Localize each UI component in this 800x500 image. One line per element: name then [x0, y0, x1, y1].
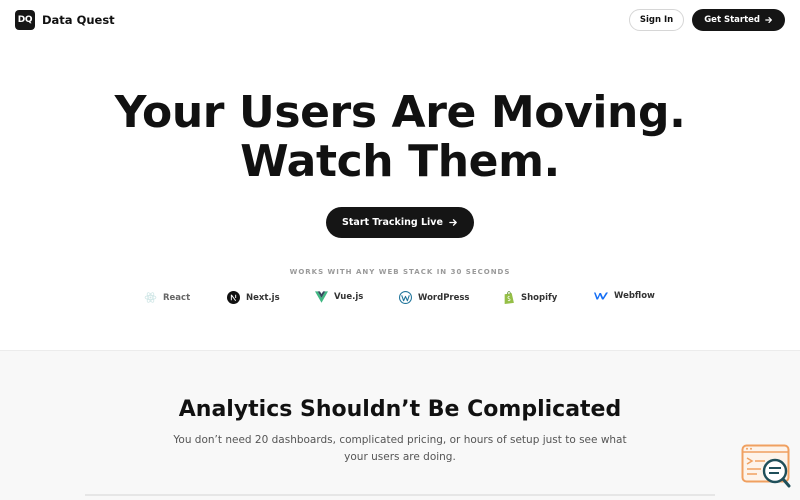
webflow-icon [594, 292, 608, 300]
stack-label: Webflow [614, 291, 655, 301]
shopify-icon [504, 291, 514, 304]
arrow-right-icon [449, 219, 457, 226]
start-tracking-button[interactable]: Start Tracking Live [326, 207, 474, 238]
nextjs-icon [227, 291, 240, 304]
sign-in-button[interactable]: Sign In [628, 9, 685, 31]
arrow-right-icon [765, 17, 772, 23]
chat-widget-button[interactable] [741, 444, 791, 489]
section-divider [85, 494, 715, 496]
top-nav: DQ Data Quest Sign In Get Started [0, 0, 800, 40]
stack-item-nextjs: Next.js [227, 291, 280, 304]
stack-item-vue: Vue.js [315, 291, 363, 303]
get-started-label: Get Started [704, 15, 760, 25]
stack-item-webflow: Webflow [594, 291, 655, 301]
stack-label: WordPress [418, 292, 470, 303]
section-title: Analytics Shouldn’t Be Complicated [178, 397, 622, 422]
stacks-heading: WORKS WITH ANY WEB STACK IN 30 SECONDS [289, 268, 511, 276]
hero-title: Your Users Are Moving. Watch Them. [0, 88, 800, 186]
stack-item-wordpress: WordPress [399, 291, 470, 304]
stack-item-shopify: Shopify [503, 291, 557, 304]
vue-icon [315, 291, 328, 303]
stack-label: Next.js [246, 292, 280, 303]
brand[interactable]: DQ Data Quest [15, 10, 115, 30]
get-started-button[interactable]: Get Started [692, 9, 785, 31]
features-section [0, 350, 800, 500]
logo: DQ [15, 10, 35, 30]
stack-logos: React Next.js Vue.js WordPress Shopify W… [0, 291, 800, 305]
hero-title-line1: Your Users Are Moving. [114, 87, 686, 138]
react-icon [144, 292, 157, 303]
stack-label: React [163, 292, 191, 303]
hero-title-line2: Watch Them. [240, 136, 560, 187]
stack-label: Vue.js [334, 292, 364, 302]
analytics-search-icon [741, 444, 791, 488]
nav-actions: Sign In Get Started [628, 9, 785, 31]
start-tracking-label: Start Tracking Live [342, 217, 443, 228]
wordpress-icon [399, 291, 412, 304]
section-description: You don’t need 20 dashboards, complicate… [173, 434, 627, 463]
stack-item-react: React [144, 291, 190, 304]
brand-name: Data Quest [42, 13, 115, 27]
stack-label: Shopify [521, 292, 558, 303]
